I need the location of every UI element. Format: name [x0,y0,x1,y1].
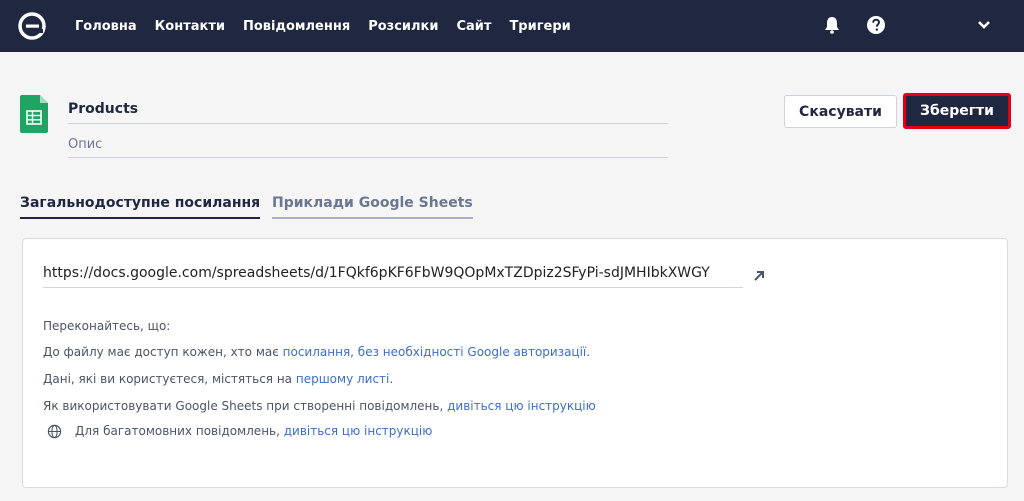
nav-item-contacts[interactable]: Контакти [155,19,225,34]
info-line-multilang: Для багатомовних повідомлень, дивіться ц… [75,424,432,438]
multilang-instruction-link[interactable]: дивіться цю інструкцію [284,424,433,438]
info-intro: Переконайтесь, що: [43,319,171,333]
instruction-link[interactable]: дивіться цю інструкцію [447,399,596,413]
description-field[interactable]: Опис [68,137,102,152]
description-underline [68,157,668,158]
info-line-first-sheet: Дані, які ви користуєтеся, містяться на … [43,372,393,386]
integration-title[interactable]: Products [68,101,138,117]
url-underline [43,287,743,288]
public-link-card: https://docs.google.com/spreadsheets/d/1… [22,238,1008,488]
tab-public-link[interactable]: Загальнодоступне посилання [20,195,261,219]
nav-item-home[interactable]: Головна [75,19,137,34]
save-button[interactable]: Зберегти [903,93,1011,129]
esputnik-logo[interactable] [18,12,46,40]
google-sheets-icon [20,95,48,133]
info-line-instruction: Як використовувати Google Sheets при ств… [43,399,596,413]
nav-item-campaigns[interactable]: Розсилки [368,19,438,34]
info-line-first-sheet-end: . [389,372,394,386]
main-nav: Головна Контакти Повідомлення Розсилки С… [75,0,589,52]
info-line-access-end: . [586,345,591,359]
title-underline [68,123,668,124]
tab-google-sheets-examples[interactable]: Приклади Google Sheets [272,195,473,219]
info-line-access: До файлу має доступ кожен, хто має посил… [43,345,590,359]
nav-item-messages[interactable]: Повідомлення [243,19,350,34]
nav-item-triggers[interactable]: Тригери [509,19,570,34]
info-line-first-sheet-text: Дані, які ви користуєтеся, містяться на [43,372,296,386]
chevron-down-icon[interactable] [977,19,991,31]
top-navbar: Головна Контакти Повідомлення Розсилки С… [0,0,1024,52]
first-sheet-link[interactable]: першому листі [296,372,390,386]
nav-item-site[interactable]: Сайт [456,19,491,34]
sheet-url-input[interactable]: https://docs.google.com/spreadsheets/d/1… [43,265,743,281]
access-link[interactable]: посилання, без необхідності Google автор… [283,345,587,359]
globe-icon [47,424,62,439]
bell-icon[interactable] [822,15,842,35]
question-circle-icon[interactable] [866,15,886,35]
info-line-instruction-text: Як використовувати Google Sheets при ств… [43,399,448,413]
cancel-button[interactable]: Скасувати [784,95,897,128]
info-line-multilang-text: Для багатомовних повідомлень, [75,424,284,438]
external-link-icon[interactable] [752,269,766,283]
info-line-access-text: До файлу має доступ кожен, хто має [43,345,283,359]
